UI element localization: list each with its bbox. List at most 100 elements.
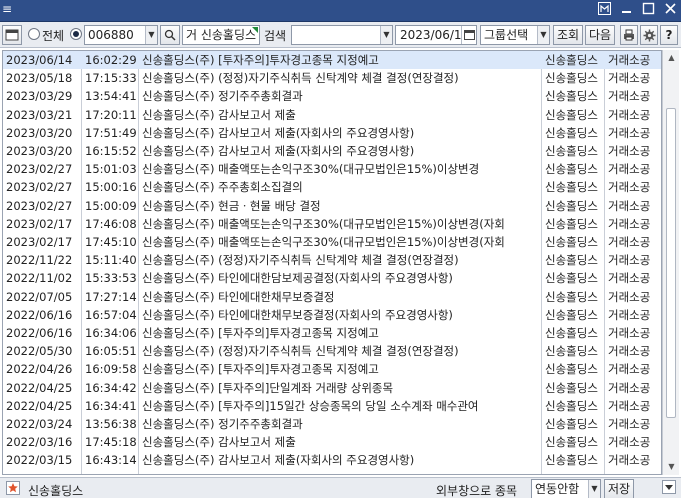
chevron-down-icon[interactable]: ▼: [145, 26, 157, 44]
cell-company: 신송홀딩스: [545, 326, 598, 340]
cell-time: 15:01:03: [85, 162, 137, 177]
list-item[interactable]: 2023/03/29 13:54:41 신송홀딩스(주) 정기주주총회결과 신송홀딩스…: [3, 87, 661, 105]
m-icon[interactable]: [597, 2, 611, 18]
list-item[interactable]: 2022/06/16 16:57:04 신송홀딩스(주) 타인에대한채무보증결정(자…: [3, 306, 661, 324]
group-select[interactable]: 그룹선택 ▼: [480, 25, 550, 45]
cell-title: 신송홀딩스(주) (정정)자기주식취득 신탁계약 체결 결정(연장결정): [142, 71, 459, 86]
list-item[interactable]: 2022/03/16 17:45:18 신송홀딩스(주) 감사보고서 제출 신송홀딩스…: [3, 433, 661, 451]
cell-source: 거래소공: [608, 289, 651, 304]
stock-code-input[interactable]: 006880 ▼: [84, 25, 158, 45]
list-item[interactable]: 2023/02/17 17:46:08 신송홀딩스(주) 매출액또는손익구조30%(…: [3, 215, 661, 233]
resize-grip-icon[interactable]: [662, 480, 676, 497]
cell-date: 2022/07/05: [6, 289, 73, 304]
list-item[interactable]: 2023/06/14 16:02:29 신송홀딩스(주) [투자주의]투자경고종목 …: [3, 51, 661, 70]
cell-company: 신송홀딩스: [545, 398, 598, 413]
search-input[interactable]: ▼: [291, 25, 393, 45]
cell-source: 거래소공: [608, 53, 651, 67]
cell-date: 2022/11/22: [6, 253, 73, 268]
radio-all[interactable]: [28, 28, 40, 40]
list-item[interactable]: 2023/02/27 15:00:16 신송홀딩스(주) 주주총회소집결의 신송홀딩스…: [3, 178, 661, 196]
menu-icon[interactable]: ≡: [2, 2, 12, 16]
stock-name-field[interactable]: 거 신송홀딩스: [182, 25, 260, 45]
list-item[interactable]: 2023/02/27 15:01:03 신송홀딩스(주) 매출액또는손익구조30%(…: [3, 160, 661, 178]
list-item[interactable]: 2023/03/20 17:51:49 신송홀딩스(주) 감사보고서 제출(자회사의…: [3, 124, 661, 142]
status-bar: 신송홀딩스 외부창으로 종목 연동안함 ▼ 저장: [0, 477, 681, 498]
next-button[interactable]: 다음: [585, 25, 615, 45]
list-item[interactable]: 2022/11/22 15:11:40 신송홀딩스(주) (정정)자기주식취득 신탁…: [3, 251, 661, 269]
chevron-down-icon[interactable]: ▼: [588, 480, 600, 498]
list-item[interactable]: 2022/06/16 16:34:06 신송홀딩스(주) [투자주의]투자경고종목 …: [3, 324, 661, 342]
scroll-up-icon[interactable]: ▲: [663, 50, 680, 66]
cell-company: 신송홀딩스: [545, 380, 598, 395]
print-button[interactable]: [620, 25, 638, 45]
cell-company: 신송홀딩스: [545, 307, 598, 322]
list-item[interactable]: 2022/04/25 16:34:41 신송홀딩스(주) [투자주의]15일간 상승…: [3, 397, 661, 415]
cell-time: 16:43:14: [85, 453, 137, 468]
cell-title: 신송홀딩스(주) [투자주의]투자경고종목 지정예고: [142, 326, 379, 340]
cell-source: 거래소공: [608, 71, 651, 86]
list-item[interactable]: 2022/05/30 16:05:51 신송홀딩스(주) (정정)자기주식취득 신탁…: [3, 342, 661, 360]
chevron-down-icon[interactable]: ▼: [380, 26, 392, 44]
cell-date: 2022/06/16: [6, 307, 73, 322]
cell-source: 거래소공: [608, 216, 651, 231]
date-input[interactable]: 2023/06/14: [395, 25, 477, 45]
search-button[interactable]: [160, 25, 180, 45]
cell-title: 신송홀딩스(주) 타인에대한채무보증결정: [142, 289, 335, 304]
list-item[interactable]: 2023/02/17 17:45:10 신송홀딩스(주) 매출액또는손익구조30%(…: [3, 233, 661, 251]
list-item[interactable]: 2022/03/15 16:43:14 신송홀딩스(주) 감사보고서 제출(자회사의…: [3, 451, 661, 469]
cell-date: 2023/03/21: [6, 107, 73, 122]
settings-button[interactable]: [640, 25, 658, 45]
cell-title: 신송홀딩스(주) 정기주주총회결과: [142, 417, 303, 431]
cell-date: 2023/03/29: [6, 89, 73, 104]
cell-time: 17:27:14: [85, 289, 137, 304]
query-button[interactable]: 조회: [553, 25, 583, 45]
chevron-down-icon[interactable]: ▼: [537, 26, 549, 44]
save-button[interactable]: 저장: [604, 479, 634, 498]
list-item[interactable]: 2023/03/20 16:15:52 신송홀딩스(주) 감사보고서 제출(자회사의…: [3, 142, 661, 160]
list-item[interactable]: 2022/11/02 15:33:53 신송홀딩스(주) 타인에대한담보제공결정(자…: [3, 269, 661, 287]
cell-title: 신송홀딩스(주) 현금ㆍ현물 배당 결정: [142, 198, 321, 213]
search-label: 검색: [264, 29, 287, 43]
cell-source: 거래소공: [608, 398, 651, 413]
cell-date: 2023/02/17: [6, 235, 73, 249]
calendar-icon[interactable]: [461, 26, 476, 44]
list-item[interactable]: 2022/04/25 16:34:42 신송홀딩스(주) [투자주의]단일계좌 거래…: [3, 379, 661, 397]
toolbar: 전체 006880 ▼ 거 신송홀딩스 검색 ▼ 2023/06/14 그룹선택…: [0, 22, 681, 48]
cell-source: 거래소공: [608, 362, 651, 377]
cell-title: 신송홀딩스(주) (정정)자기주식취득 신탁계약 체결 결정(연장결정): [142, 344, 459, 359]
cell-time: 17:15:33: [85, 71, 137, 86]
cell-title: 신송홀딩스(주) 매출액또는손익구조30%(대규모법인은15%)이상변경: [142, 162, 480, 177]
help-button[interactable]: ?: [660, 25, 678, 45]
cell-company: 신송홀딩스: [545, 53, 598, 67]
link-select[interactable]: 연동안함 ▼: [531, 479, 601, 498]
cell-time: 13:54:41: [85, 89, 137, 104]
external-window-label: 외부창으로 종목: [436, 484, 518, 498]
radio-code[interactable]: [70, 28, 82, 40]
cell-company: 신송홀딩스: [545, 216, 598, 231]
close-icon[interactable]: [663, 2, 677, 18]
list-item[interactable]: 2023/02/27 15:00:09 신송홀딩스(주) 현금ㆍ현물 배당 결정 신송…: [3, 197, 661, 215]
disclosure-list[interactable]: 2023/06/14 16:02:29 신송홀딩스(주) [투자주의]투자경고종목 …: [2, 50, 662, 475]
cell-company: 신송홀딩스: [545, 344, 598, 359]
favorite-icon[interactable]: [6, 481, 20, 495]
cell-source: 거래소공: [608, 453, 651, 468]
cell-source: 거래소공: [608, 326, 651, 340]
scroll-down-icon[interactable]: ▼: [663, 459, 680, 475]
scroll-thumb[interactable]: [666, 108, 676, 418]
cell-company: 신송홀딩스: [545, 107, 598, 122]
maximize-icon[interactable]: [641, 2, 655, 18]
list-item[interactable]: 2022/07/05 17:27:14 신송홀딩스(주) 타인에대한채무보증결정 신송…: [3, 288, 661, 306]
list-item[interactable]: 2022/04/26 16:09:58 신송홀딩스(주) [투자주의]투자경고종목 …: [3, 360, 661, 378]
cell-source: 거래소공: [608, 253, 651, 268]
vertical-scrollbar[interactable]: ▲ ▼: [662, 50, 679, 475]
list-item[interactable]: 2023/05/18 17:15:33 신송홀딩스(주) (정정)자기주식취득 신탁…: [3, 69, 661, 87]
gear-icon: [643, 29, 655, 42]
cell-time: 16:02:29: [85, 53, 137, 67]
cell-company: 신송홀딩스: [545, 144, 598, 158]
cell-source: 거래소공: [608, 307, 651, 322]
minimize-icon[interactable]: [619, 2, 633, 18]
cell-title: 신송홀딩스(주) 정기주주총회결과: [142, 89, 303, 104]
list-item[interactable]: 2022/03/24 13:56:38 신송홀딩스(주) 정기주주총회결과 신송홀딩스…: [3, 415, 661, 433]
window-menu-button[interactable]: [2, 25, 22, 45]
list-item[interactable]: 2023/03/21 17:20:11 신송홀딩스(주) 감사보고서 제출 신송홀딩스…: [3, 106, 661, 124]
